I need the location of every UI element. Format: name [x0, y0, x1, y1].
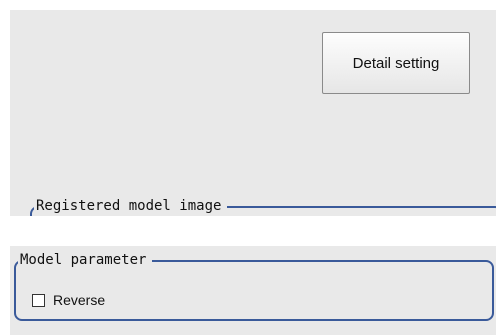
gap [0, 216, 496, 246]
reverse-label: Reverse [53, 292, 106, 308]
reverse-checkbox-row[interactable]: Reverse [32, 292, 105, 308]
model-parameter-panel: Model parameter Reverse [10, 246, 496, 335]
settings-panel: Detail setting Registered model image [10, 10, 496, 246]
detail-setting-button[interactable]: Detail setting [322, 32, 470, 94]
reverse-checkbox[interactable] [32, 293, 45, 307]
model-parameter-group: Model parameter Reverse [14, 251, 494, 321]
registered-model-image-legend: Registered model image [34, 197, 228, 215]
model-parameter-legend: Model parameter [18, 251, 153, 269]
